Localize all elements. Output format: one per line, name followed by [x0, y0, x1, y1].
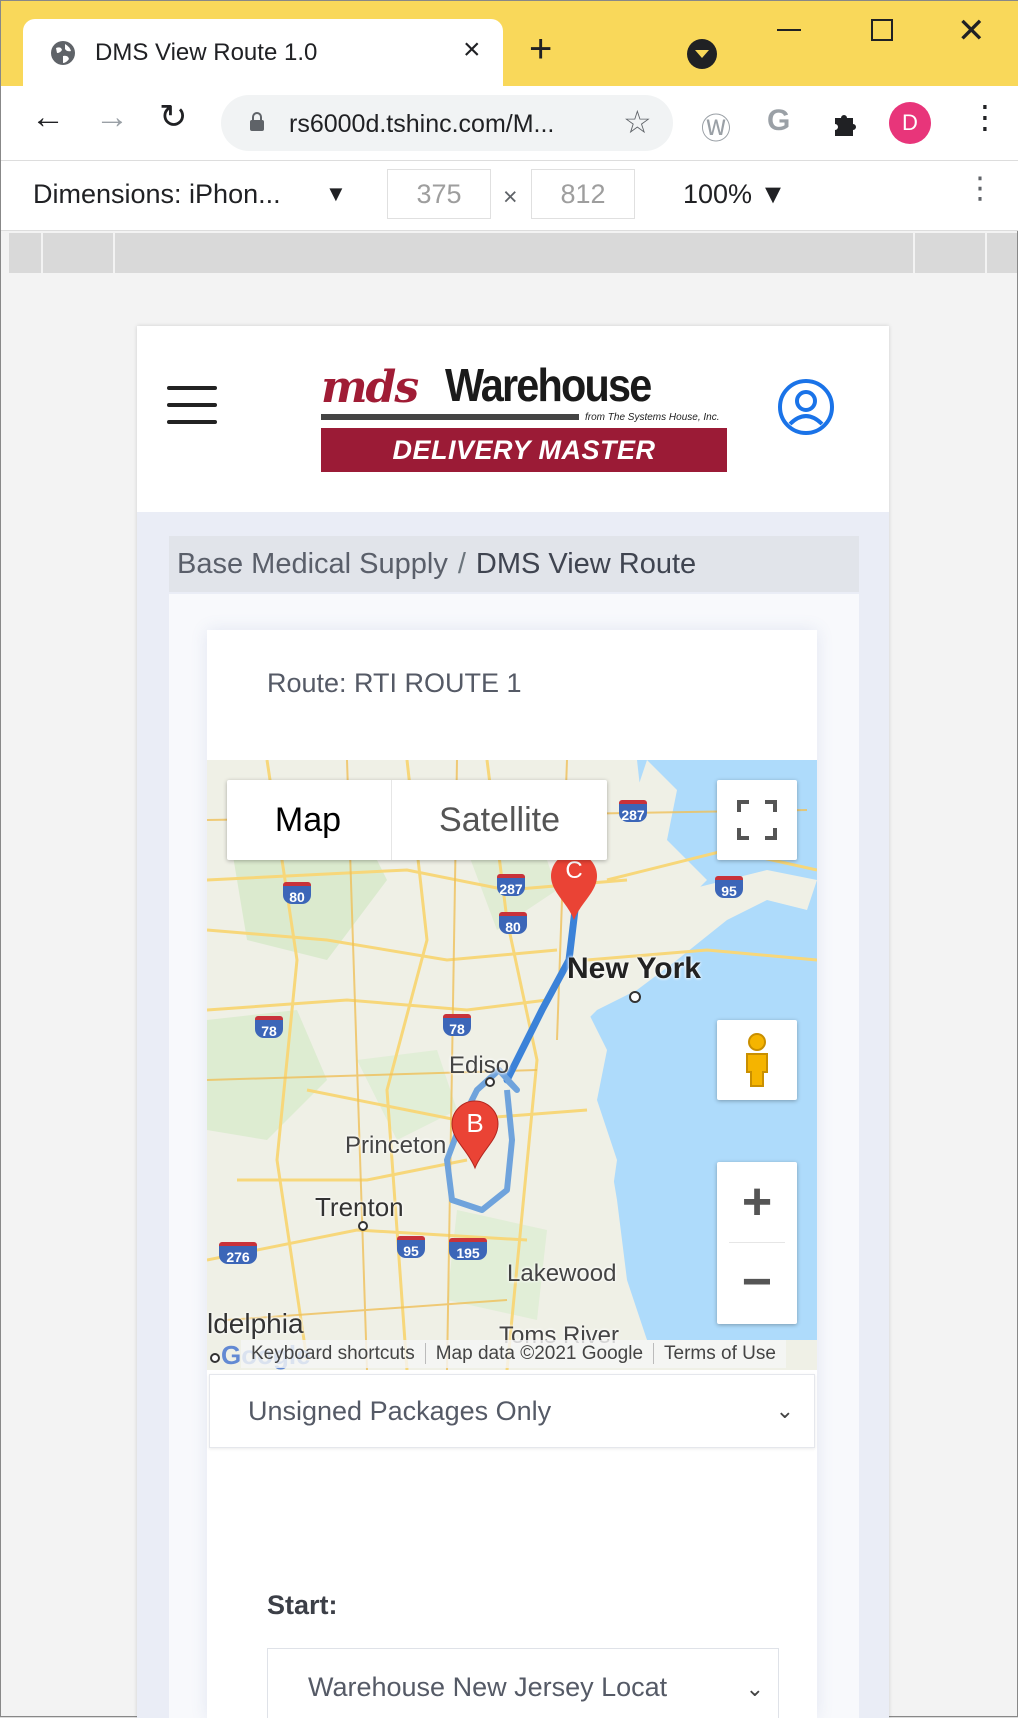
browser-toolbar: ← → ↻ rs6000d.tshinc.com/M... ☆ Ⓦ G D ⋮ — [1, 86, 1018, 161]
pegman-icon — [746, 1033, 768, 1087]
route-shield-287: 287 — [619, 800, 647, 823]
route-shield-95: 95 — [715, 876, 743, 899]
fullscreen-button[interactable] — [717, 780, 797, 860]
dropdown-arrow-icon[interactable]: ▼ — [325, 181, 347, 207]
route-shield-80b: 80 — [499, 912, 527, 935]
back-arrow-icon[interactable]: ← — [31, 100, 65, 134]
route-shield-78b: 78 — [443, 1014, 471, 1037]
address-bar[interactable]: rs6000d.tshinc.com/M... ☆ — [221, 95, 673, 151]
route-shield-78: 78 — [255, 1016, 283, 1039]
device-more-icon[interactable]: ⋮ — [965, 171, 995, 206]
user-account-icon[interactable] — [777, 378, 835, 436]
zoom-in-button[interactable]: + — [717, 1162, 797, 1242]
logo-mds: mds — [321, 362, 419, 413]
logo-warehouse: Warehouse — [445, 359, 652, 411]
new-tab-button[interactable]: + — [529, 29, 552, 69]
map-footer: Google Keyboard shortcutsMap data ©2021 … — [207, 1338, 817, 1370]
globe-icon — [51, 41, 75, 65]
route-map[interactable]: 287 80 287 80 95 78 78 276 95 195 New Yo… — [207, 760, 817, 1370]
tab-close-icon[interactable]: × — [463, 33, 481, 67]
route-label: Route: RTI ROUTE 1 — [267, 668, 522, 698]
package-filter-select[interactable]: Unsigned Packages Only ⌄ — [209, 1374, 815, 1448]
terms-of-use-link[interactable]: Terms of Use — [654, 1343, 786, 1364]
route-shield-287b: 287 — [497, 874, 525, 897]
more-vert-icon[interactable]: ⋮ — [969, 98, 1001, 136]
hamburger-menu-icon[interactable] — [167, 386, 217, 424]
url-text[interactable]: rs6000d.tshinc.com/M... — [289, 110, 554, 139]
marker-b-label: B — [466, 1108, 483, 1138]
place-lakewood: Lakewood — [507, 1260, 617, 1287]
zoom-out-button[interactable]: − — [717, 1244, 797, 1324]
route-shield-276: 276 — [219, 1242, 257, 1265]
reload-icon[interactable]: ↻ — [159, 100, 188, 134]
breadcrumb-current: DMS View Route — [475, 548, 697, 580]
route-shield-195: 195 — [449, 1238, 487, 1261]
route-shield-95b: 95 — [397, 1236, 425, 1259]
wordpress-icon[interactable]: Ⓦ — [701, 104, 731, 148]
map-type-satellite-button[interactable]: Satellite — [391, 780, 607, 860]
content-panel: Route: RTI ROUTE 1 287 80 287 80 95 78 7… — [169, 594, 859, 1718]
place-new-york: New York — [567, 952, 701, 985]
chevron-down-icon: ⌄ — [775, 1398, 794, 1423]
start-location-select[interactable]: Warehouse New Jersey Locat ⌄ — [267, 1648, 779, 1718]
start-location-value: Warehouse New Jersey Locat — [308, 1672, 668, 1702]
tab-title: DMS View Route 1.0 — [95, 39, 318, 66]
minimize-icon[interactable] — [777, 29, 801, 31]
mds-warehouse-logo[interactable]: mds Warehouse from The Systems House, In… — [321, 354, 727, 476]
close-window-icon[interactable]: ✕ — [957, 11, 986, 51]
route-shield-80: 80 — [283, 882, 311, 905]
height-input[interactable]: 812 — [531, 169, 635, 219]
tab-search-icon[interactable] — [687, 39, 717, 69]
width-input[interactable]: 375 — [387, 169, 491, 219]
breadcrumb: Base Medical Supply / DMS View Route — [169, 536, 859, 592]
browser-tab[interactable]: DMS View Route 1.0 × — [23, 19, 503, 86]
place-trenton: Trenton — [315, 1192, 404, 1222]
puzzle-extension-icon[interactable] — [831, 108, 861, 138]
breadcrumb-parent[interactable]: Base Medical Supply — [177, 548, 448, 580]
pegman-button[interactable] — [717, 1020, 797, 1100]
marker-c-label: C — [565, 857, 582, 884]
device-viewport: mds Warehouse from The Systems House, In… — [137, 326, 889, 1718]
tab-strip: DMS View Route 1.0 × + ✕ — [1, 1, 1018, 86]
media-query-bar — [9, 233, 1017, 273]
device-toolbar: Dimensions: iPhon... ▼ 375 × 812 100% ▼ … — [1, 161, 1018, 231]
device-dimensions-select[interactable]: Dimensions: iPhon... — [33, 179, 281, 210]
place-edison: Ediso — [449, 1052, 510, 1079]
map-marker-b[interactable]: B — [450, 1100, 500, 1170]
breadcrumb-separator: / — [457, 548, 466, 580]
map-type-map-button[interactable]: Map — [227, 780, 389, 860]
google-icon[interactable]: G — [767, 104, 790, 138]
logo-band: DELIVERY MASTER — [321, 428, 727, 472]
zoom-select[interactable]: 100% ▼ — [683, 179, 786, 210]
zoom-value: 100% — [683, 179, 753, 209]
times-icon: × — [503, 183, 518, 211]
keyboard-shortcuts-link[interactable]: Keyboard shortcuts — [241, 1343, 426, 1364]
start-label: Start: — [267, 1590, 338, 1620]
logo-byline: from The Systems House, Inc. — [585, 412, 720, 423]
place-princeton: Princeton — [345, 1132, 447, 1159]
map-marker-c[interactable]: C — [549, 852, 599, 922]
profile-avatar[interactable]: D — [889, 102, 931, 144]
browser-window: DMS View Route 1.0 × + ✕ ← → ↻ rs6000d.t… — [0, 0, 1018, 1718]
logo-rule — [321, 414, 579, 420]
map-data-text: Map data ©2021 Google — [425, 1343, 655, 1364]
route-card: Route: RTI ROUTE 1 287 80 287 80 95 78 7… — [207, 630, 817, 1718]
place-philadelphia: ldelphia — [207, 1308, 304, 1339]
lock-icon — [250, 112, 264, 131]
star-icon[interactable]: ☆ — [623, 103, 652, 141]
map-type-control: Map Satellite — [227, 780, 607, 860]
chevron-down-icon: ⌄ — [745, 1676, 764, 1701]
maximize-icon[interactable] — [871, 19, 893, 41]
package-filter-value: Unsigned Packages Only — [248, 1396, 552, 1426]
zoom-control: + − — [717, 1162, 797, 1324]
forward-arrow-icon[interactable]: → — [95, 100, 129, 134]
fullscreen-icon — [737, 800, 777, 840]
app-header: mds Warehouse from The Systems House, In… — [137, 326, 889, 490]
map-attribution: Keyboard shortcuts Map data ©2021 Google T… — [241, 1340, 786, 1368]
